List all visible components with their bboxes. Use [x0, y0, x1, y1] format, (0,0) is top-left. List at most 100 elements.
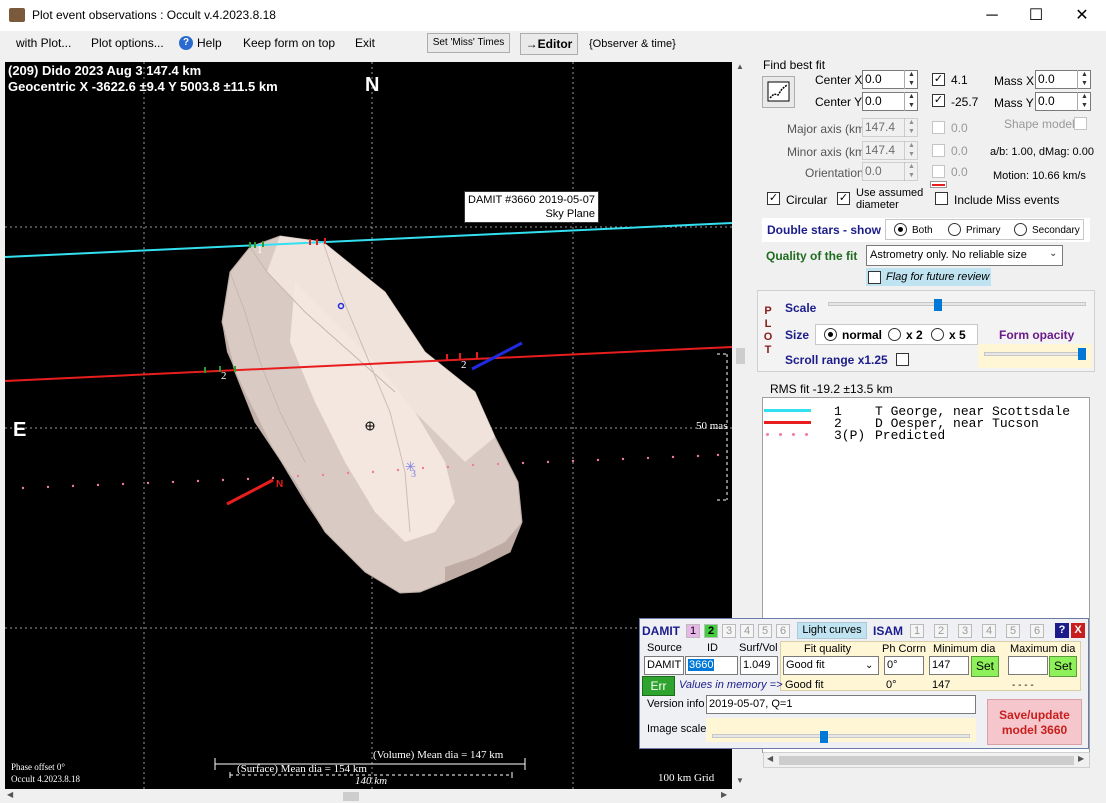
shape-model-check[interactable] — [1074, 117, 1087, 130]
damit-model-3[interactable]: 3 — [722, 624, 736, 638]
menu-help[interactable]: Help — [197, 36, 222, 50]
save-update-model-button[interactable]: Save/update model 3660 — [987, 699, 1082, 745]
scale-slider-thumb[interactable] — [934, 299, 942, 311]
isam-model-2[interactable]: 2 — [934, 624, 948, 638]
circular-check[interactable]: ✓ — [767, 192, 780, 205]
use-assumed-line1: Use assumed — [856, 187, 924, 199]
legend-hscrollbar[interactable]: ◀ ▶ — [763, 752, 1090, 768]
min-dia-field[interactable]: 147 — [929, 656, 969, 675]
window-title: Plot event observations : Occult v.4.202… — [32, 8, 276, 22]
predicted-label: 3 — [411, 469, 416, 480]
primary-radio[interactable] — [948, 223, 961, 236]
editor-button[interactable]: →Editor — [520, 33, 578, 55]
center-x-check[interactable]: ✓ — [932, 73, 945, 86]
legend-scroll-right-icon[interactable]: ▶ — [1078, 754, 1084, 763]
event-header: (209) Dido 2023 Aug 3 147.4 km — [8, 63, 202, 78]
center-y-check[interactable]: ✓ — [932, 94, 945, 107]
scroll-thumb[interactable] — [736, 348, 745, 364]
quality-select[interactable]: Astrometry only. No reliable size ⌄ — [866, 245, 1063, 266]
include-miss-check[interactable] — [935, 192, 948, 205]
isam-title: ISAM — [873, 624, 903, 638]
plot-canvas[interactable]: ✳ (209) Dido 2023 Aug 3 147.4 km Geocent… — [5, 62, 732, 789]
damit-model-4[interactable]: 4 — [740, 624, 754, 638]
use-assumed-check[interactable]: ✓ — [837, 192, 850, 205]
damit-model-1[interactable]: 1 — [686, 624, 700, 638]
scale-slider[interactable] — [828, 302, 1086, 306]
menu-exit[interactable]: Exit — [355, 36, 375, 50]
fit-quality-select[interactable]: Good fit ⌄ — [783, 656, 879, 675]
max-dia-field[interactable] — [1008, 656, 1048, 675]
menu-plot-options[interactable]: Plot options... — [91, 36, 164, 50]
plot-horizontal-scrollbar[interactable]: ◀ ▶ — [5, 789, 732, 803]
isam-model-4[interactable]: 4 — [982, 624, 996, 638]
minor-axis-spinner[interactable]: ▲ ▼ — [904, 141, 918, 160]
image-scale-thumb[interactable] — [820, 731, 828, 743]
minimize-button[interactable]: ─ — [969, 0, 1015, 31]
scroll-left-icon[interactable]: ◀ — [7, 790, 13, 799]
major-axis-spinner[interactable]: ▲ ▼ — [904, 118, 918, 137]
minor-axis-check[interactable] — [932, 144, 945, 157]
scroll-range-check[interactable] — [896, 353, 909, 366]
set-max-dia-button[interactable]: Set — [1049, 656, 1077, 677]
damit-model-id: DAMIT #3660 2019-05-07 — [468, 194, 595, 206]
mass-x-spinner[interactable]: ▲ ▼ — [1077, 70, 1091, 89]
close-button[interactable]: ✕ — [1059, 0, 1105, 31]
err-button[interactable]: Err — [642, 676, 675, 696]
size-x2-radio[interactable] — [888, 328, 901, 341]
isam-model-3[interactable]: 3 — [958, 624, 972, 638]
damit-model-6[interactable]: 6 — [776, 624, 790, 638]
maximize-button[interactable]: ☐ — [1013, 0, 1059, 31]
size-normal-radio[interactable] — [824, 328, 837, 341]
scroll-right-icon[interactable]: ▶ — [721, 790, 727, 799]
isam-model-5[interactable]: 5 — [1006, 624, 1020, 638]
chord-1-label: 1 — [257, 244, 263, 256]
id-field[interactable]: 3660 — [685, 656, 738, 675]
source-field[interactable]: DAMIT — [644, 656, 684, 675]
flag-review-check[interactable] — [868, 271, 881, 284]
scroll-down-icon[interactable]: ▼ — [736, 776, 744, 785]
size-x5-radio[interactable] — [931, 328, 944, 341]
surf-vol-header: Surf/Vol — [739, 642, 778, 654]
mass-y-spinner[interactable]: ▲ ▼ — [1077, 92, 1091, 111]
damit-help-button[interactable]: ? — [1055, 623, 1069, 638]
image-scale-slider[interactable] — [712, 734, 970, 738]
legend-scroll-thumb[interactable] — [779, 756, 1074, 765]
best-fit-button[interactable] — [762, 76, 795, 108]
isam-model-6[interactable]: 6 — [1030, 624, 1044, 638]
fit-quality-header: Fit quality — [804, 643, 852, 655]
fit-quality-value: Good fit — [786, 659, 825, 671]
h-scroll-thumb[interactable] — [343, 792, 359, 801]
menu-with-plot[interactable]: with Plot... — [16, 36, 71, 50]
set-miss-times-button[interactable]: Set 'Miss' Times — [427, 33, 510, 53]
isam-model-1[interactable]: 1 — [910, 624, 924, 638]
menu-keep-on-top[interactable]: Keep form on top — [243, 36, 335, 50]
opacity-slider[interactable] — [984, 352, 1086, 356]
damit-model-label: DAMIT #3660 2019-05-07 Sky Plane — [464, 191, 599, 223]
surf-vol-field[interactable]: 1.049 — [740, 656, 778, 675]
damit-close-button[interactable]: X — [1071, 623, 1085, 638]
major-axis-check[interactable] — [932, 121, 945, 134]
opacity-slider-thumb[interactable] — [1078, 348, 1086, 360]
orientation-spinner[interactable]: ▲ ▼ — [904, 162, 918, 181]
memory-min-dia: 147 — [932, 679, 951, 691]
version-info-field[interactable]: 2019-05-07, Q=1 — [706, 695, 976, 714]
legend-scroll-left-icon[interactable]: ◀ — [767, 754, 773, 763]
center-x-label: Center X — [815, 73, 863, 87]
light-curves-button[interactable]: Light curves — [797, 622, 867, 639]
damit-model-2[interactable]: 2 — [704, 624, 718, 638]
help-icon[interactable]: ? — [179, 36, 193, 50]
use-assumed-line2: diameter — [856, 199, 899, 211]
chord-2-label-right: 2 — [461, 359, 467, 371]
set-min-dia-button[interactable]: Set — [971, 656, 999, 677]
secondary-radio[interactable] — [1014, 223, 1027, 236]
scroll-up-icon[interactable]: ▲ — [736, 62, 744, 71]
center-y-spinner[interactable]: ▲ ▼ — [904, 92, 918, 111]
center-x-spinner[interactable]: ▲ ▼ — [904, 70, 918, 89]
min-dia-header: Minimum dia — [933, 643, 996, 655]
orientation-check[interactable] — [932, 165, 945, 178]
both-radio[interactable] — [894, 223, 907, 236]
use-assumed-label: Use assumed diameter — [856, 187, 923, 211]
orientation-fit-value: 0.0 — [951, 165, 968, 179]
ph-corr-field[interactable]: 0° — [884, 656, 924, 675]
damit-model-5[interactable]: 5 — [758, 624, 772, 638]
